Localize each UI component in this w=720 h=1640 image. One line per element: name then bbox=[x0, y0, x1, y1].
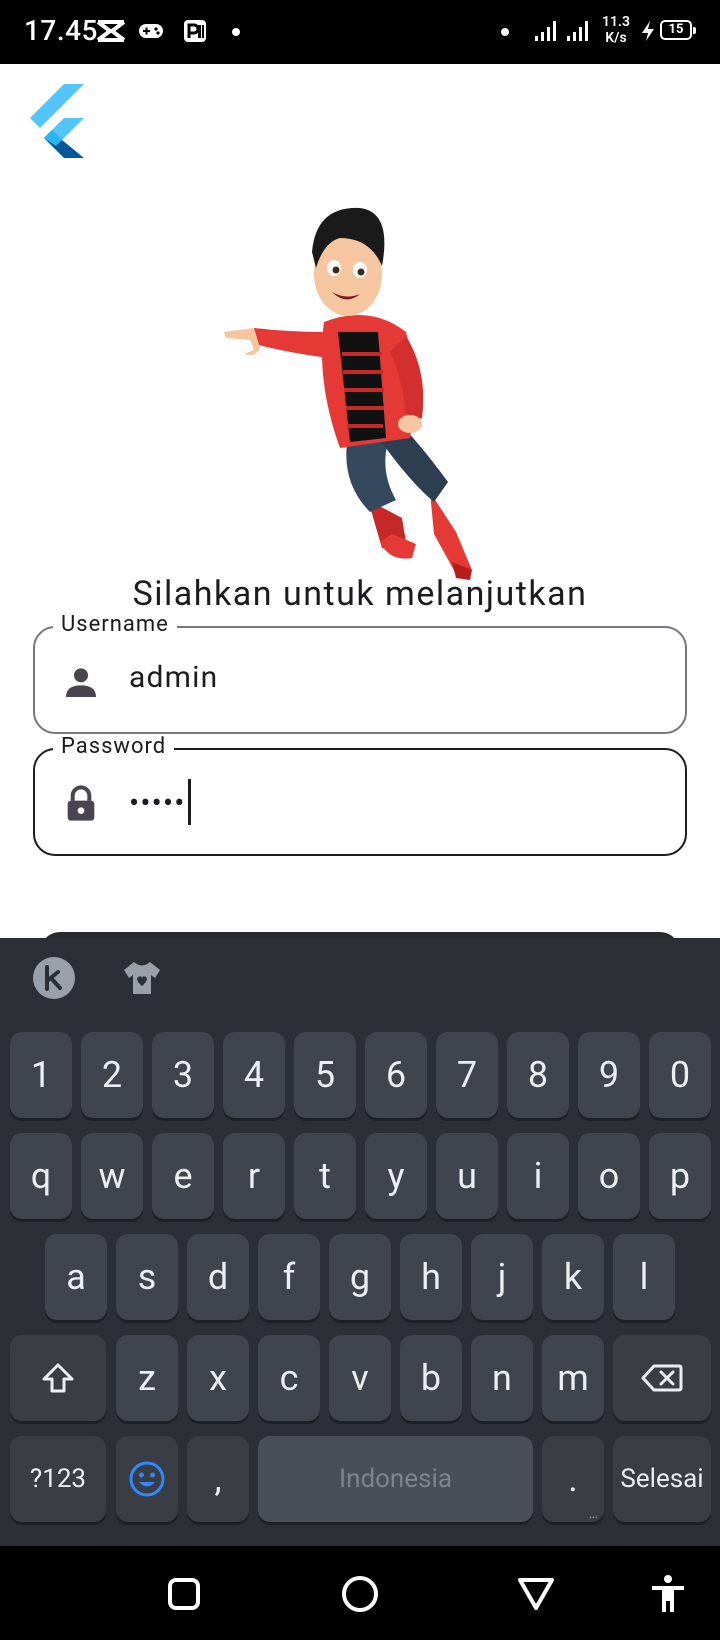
key-k[interactable]: k bbox=[542, 1234, 604, 1320]
battery-level: 15 bbox=[668, 22, 684, 37]
key-t[interactable]: t bbox=[294, 1133, 356, 1219]
username-label: Username bbox=[53, 612, 177, 637]
key-y[interactable]: y bbox=[365, 1133, 427, 1219]
comma-key[interactable]: , bbox=[187, 1436, 249, 1522]
emoji-key[interactable] bbox=[116, 1436, 178, 1522]
notification-dot-icon bbox=[501, 28, 509, 36]
key-5[interactable]: 5 bbox=[294, 1032, 356, 1118]
key-e[interactable]: e bbox=[152, 1133, 214, 1219]
battery-icon: 15 bbox=[660, 20, 696, 40]
system-nav-bar bbox=[0, 1546, 720, 1640]
period-label: . bbox=[568, 1458, 578, 1500]
key-g[interactable]: g bbox=[329, 1234, 391, 1320]
key-w[interactable]: w bbox=[81, 1133, 143, 1219]
key-7[interactable]: 7 bbox=[436, 1032, 498, 1118]
key-i[interactable]: i bbox=[507, 1133, 569, 1219]
capcut-icon bbox=[96, 20, 126, 42]
network-speed: 11.3 K/s bbox=[602, 14, 630, 46]
username-field[interactable]: Username admin bbox=[33, 612, 687, 734]
key-h[interactable]: h bbox=[400, 1234, 462, 1320]
theme-shirt-icon[interactable] bbox=[120, 956, 164, 1000]
key-z[interactable]: z bbox=[116, 1335, 178, 1421]
password-label: Password bbox=[53, 734, 175, 759]
key-a[interactable]: a bbox=[45, 1234, 107, 1320]
key-1[interactable]: 1 bbox=[10, 1032, 72, 1118]
key-s[interactable]: s bbox=[116, 1234, 178, 1320]
person-icon bbox=[66, 668, 96, 697]
username-value: admin bbox=[129, 660, 219, 695]
signal-icon bbox=[535, 21, 556, 41]
page-title: Silahkan untuk melanjutkan bbox=[132, 574, 588, 614]
key-j[interactable]: j bbox=[471, 1234, 533, 1320]
key-d[interactable]: d bbox=[187, 1234, 249, 1320]
key-u[interactable]: u bbox=[436, 1133, 498, 1219]
space-key[interactable]: Indonesia bbox=[258, 1436, 533, 1522]
game-controller-icon bbox=[139, 24, 163, 38]
password-field[interactable]: Password ••••• bbox=[33, 734, 687, 856]
parking-app-icon bbox=[184, 20, 206, 42]
notification-dot-icon bbox=[232, 28, 240, 36]
status-time: 17.45 bbox=[24, 14, 98, 47]
keyboard-toolbar bbox=[0, 938, 720, 1018]
status-bar: 17.45 11.3 K/s 15 bbox=[0, 0, 720, 64]
key-r[interactable]: r bbox=[223, 1133, 285, 1219]
key-c[interactable]: c bbox=[258, 1335, 320, 1421]
charging-icon bbox=[642, 21, 654, 41]
period-key[interactable]: . … bbox=[542, 1436, 604, 1522]
lock-icon bbox=[67, 785, 95, 821]
done-key[interactable]: Selesai bbox=[613, 1436, 711, 1522]
shift-key[interactable] bbox=[10, 1335, 106, 1421]
key-l[interactable]: l bbox=[613, 1234, 675, 1320]
backspace-key[interactable] bbox=[613, 1335, 711, 1421]
key-0[interactable]: 0 bbox=[649, 1032, 711, 1118]
emoji-icon bbox=[129, 1461, 165, 1497]
symbols-key[interactable]: ?123 bbox=[10, 1436, 106, 1522]
login-screen: Silahkan untuk melanjutkan Username admi… bbox=[0, 64, 720, 938]
key-8[interactable]: 8 bbox=[507, 1032, 569, 1118]
password-value: ••••• bbox=[129, 779, 191, 828]
key-f[interactable]: f bbox=[258, 1234, 320, 1320]
key-n[interactable]: n bbox=[471, 1335, 533, 1421]
network-speed-unit: K/s bbox=[605, 30, 627, 46]
shift-icon bbox=[42, 1363, 74, 1393]
3d-cartoon-boy-illustration bbox=[224, 207, 472, 580]
key-b[interactable]: b bbox=[400, 1335, 462, 1421]
key-q[interactable]: q bbox=[10, 1133, 72, 1219]
text-cursor bbox=[187, 779, 191, 825]
key-m[interactable]: m bbox=[542, 1335, 604, 1421]
back-triangle-icon[interactable] bbox=[512, 1570, 560, 1618]
key-2[interactable]: 2 bbox=[81, 1032, 143, 1118]
home-circle-icon[interactable] bbox=[336, 1570, 384, 1618]
network-speed-value: 11.3 bbox=[602, 14, 630, 30]
kika-k-icon[interactable] bbox=[32, 956, 76, 1000]
recents-square-icon[interactable] bbox=[160, 1570, 208, 1618]
signal-icon bbox=[567, 21, 588, 41]
flutter-logo bbox=[30, 84, 84, 158]
key-4[interactable]: 4 bbox=[223, 1032, 285, 1118]
password-dots: ••••• bbox=[129, 785, 186, 821]
accessibility-icon[interactable] bbox=[644, 1570, 692, 1618]
period-hint: … bbox=[588, 1506, 598, 1522]
soft-keyboard: 1 2 3 4 5 6 7 8 9 0 q w e r t y u i o p … bbox=[0, 938, 720, 1546]
backspace-icon bbox=[641, 1364, 683, 1392]
key-o[interactable]: o bbox=[578, 1133, 640, 1219]
key-6[interactable]: 6 bbox=[365, 1032, 427, 1118]
key-p[interactable]: p bbox=[649, 1133, 711, 1219]
key-x[interactable]: x bbox=[187, 1335, 249, 1421]
key-v[interactable]: v bbox=[329, 1335, 391, 1421]
key-3[interactable]: 3 bbox=[152, 1032, 214, 1118]
key-9[interactable]: 9 bbox=[578, 1032, 640, 1118]
